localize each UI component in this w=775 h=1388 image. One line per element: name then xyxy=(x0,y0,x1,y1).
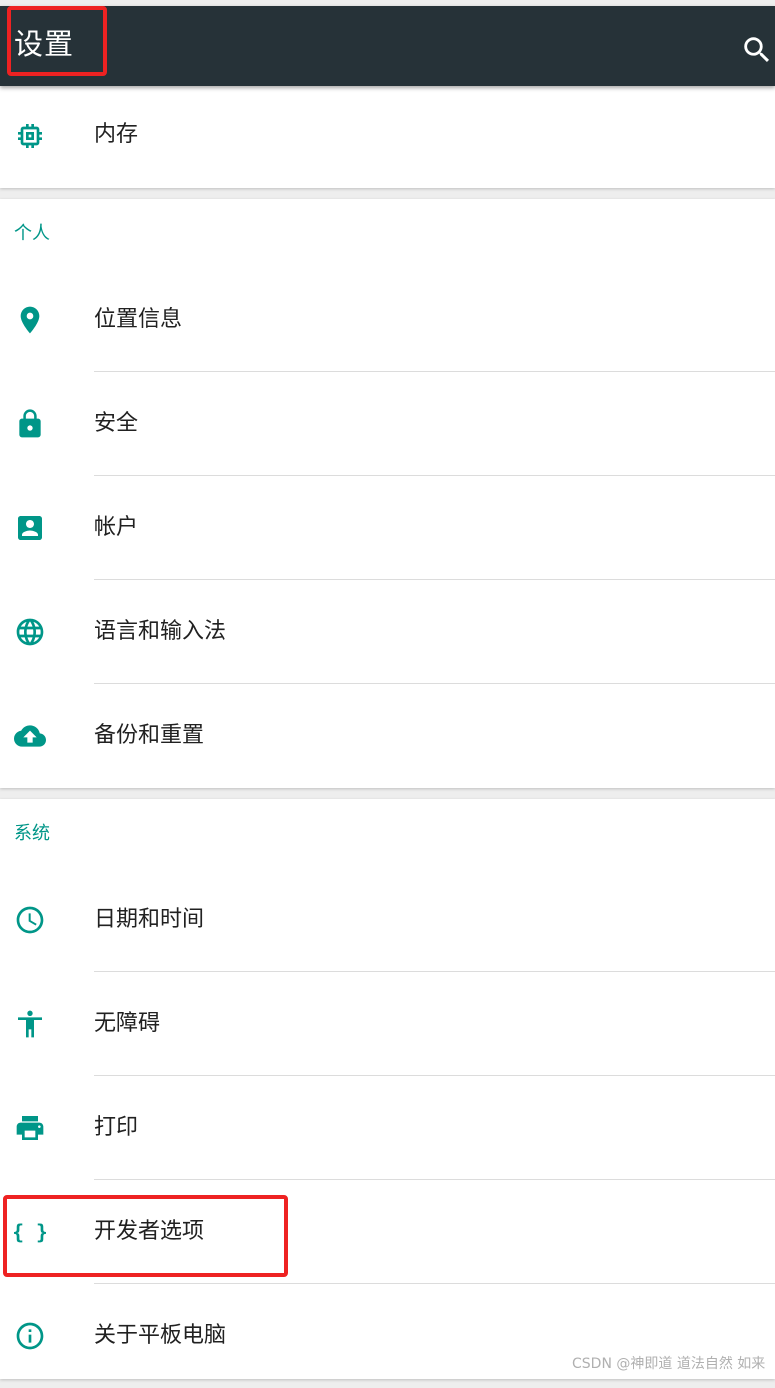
settings-item-label: 语言和输入法 xyxy=(94,619,227,644)
search-icon xyxy=(744,37,770,63)
app-bar: 设置 xyxy=(0,6,775,86)
settings-item-label: 备份和重置 xyxy=(94,723,205,748)
search-button[interactable] xyxy=(740,32,774,68)
settings-item-developer-options[interactable]: { } 开发者选项 xyxy=(0,1180,775,1284)
settings-item-label: 位置信息 xyxy=(94,307,183,332)
settings-item-label: 关于平板电脑 xyxy=(94,1323,227,1348)
clock-icon xyxy=(14,904,46,936)
settings-item-accessibility[interactable]: 无障碍 xyxy=(0,972,775,1076)
accessibility-icon xyxy=(14,1008,46,1040)
page-title: 设置 xyxy=(14,27,75,61)
developer-braces-icon: { } xyxy=(14,1216,46,1248)
section-header-system: 系统 xyxy=(14,823,50,844)
watermark: CSDN @神即道 道法自然 如来 xyxy=(572,1356,766,1372)
settings-item-security[interactable]: 安全 xyxy=(0,372,775,476)
settings-item-label: 日期和时间 xyxy=(94,907,205,932)
info-icon xyxy=(14,1320,46,1352)
settings-item-printing[interactable]: 打印 xyxy=(0,1076,775,1180)
settings-item-date-time[interactable]: 日期和时间 xyxy=(0,868,775,972)
cloud-upload-icon xyxy=(14,720,46,752)
svg-text:{ }: { } xyxy=(14,1220,46,1244)
settings-item-memory[interactable]: 内存 xyxy=(0,86,775,188)
storage-card: 内存 xyxy=(0,86,775,188)
settings-item-label: 打印 xyxy=(94,1115,139,1140)
system-section-card: 系统 日期和时间 无障碍 打印 { } 开发者选项 关于 xyxy=(0,799,775,1379)
settings-item-label: 无障碍 xyxy=(94,1011,161,1036)
location-pin-icon xyxy=(14,304,46,336)
account-box-icon xyxy=(14,512,46,544)
printer-icon xyxy=(14,1112,46,1144)
globe-icon xyxy=(14,616,46,648)
settings-item-label: 内存 xyxy=(94,122,139,147)
settings-item-accounts[interactable]: 帐户 xyxy=(0,476,775,580)
memory-icon xyxy=(14,120,46,152)
settings-item-location[interactable]: 位置信息 xyxy=(0,268,775,372)
personal-section-card: 个人 位置信息 安全 帐户 语言和输入法 备份和重置 xyxy=(0,199,775,788)
settings-item-label: 安全 xyxy=(94,411,139,436)
section-header-personal: 个人 xyxy=(14,223,50,244)
settings-item-label: 帐户 xyxy=(94,515,139,540)
settings-item-language-input[interactable]: 语言和输入法 xyxy=(0,580,775,684)
settings-item-label: 开发者选项 xyxy=(94,1219,205,1244)
lock-icon xyxy=(14,408,46,440)
settings-item-backup-reset[interactable]: 备份和重置 xyxy=(0,684,775,788)
